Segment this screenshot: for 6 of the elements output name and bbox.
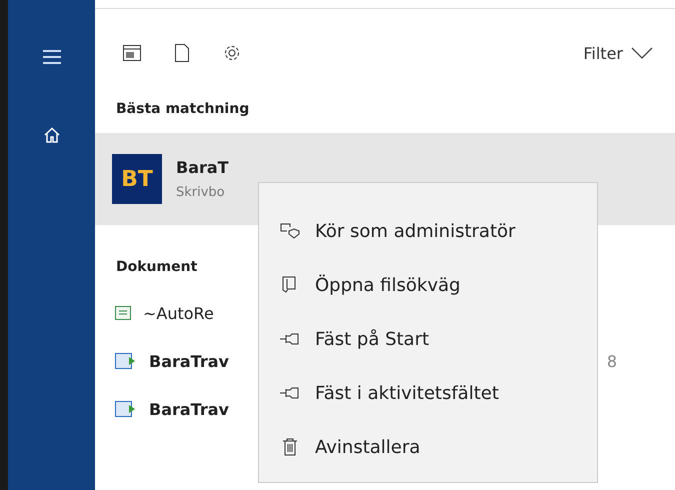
app-logo: BT [112, 154, 162, 204]
section-heading: Bästa matchning [115, 100, 250, 119]
app-subtitle: Skrivbo [176, 185, 226, 200]
document-date: 8 [606, 352, 617, 370]
section-heading: Dokument [115, 258, 198, 277]
app-title: BaraT [176, 158, 229, 177]
